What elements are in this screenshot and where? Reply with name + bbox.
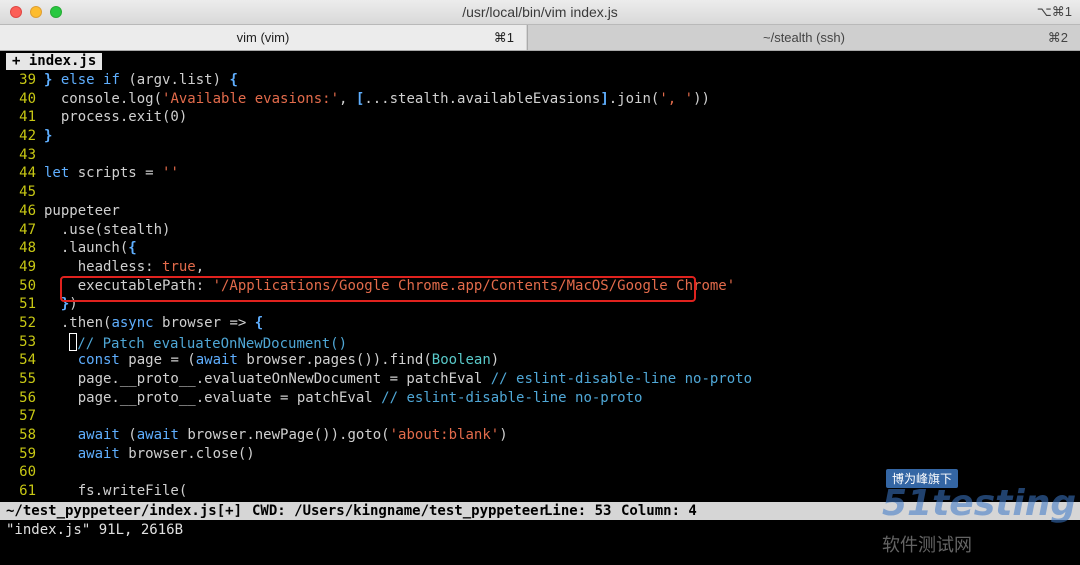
tab-label: ~/stealth (ssh)	[762, 30, 845, 45]
line-number: 55	[19, 371, 36, 387]
line-number: 48	[19, 240, 36, 257]
line-content: await browser.close()	[77, 445, 255, 462]
terminal-tab-bar: vim (vim) ⌘1 ~/stealth (ssh) ⌘2	[0, 25, 1080, 51]
code-line: 53 // Patch evaluateOnNewDocument()	[0, 332, 1080, 354]
line-number: 43	[19, 146, 36, 163]
line-number: 45	[19, 184, 36, 201]
tab-label: vim (vim)	[236, 30, 290, 45]
code-line: 40 console.log('Available evasions:', [.…	[0, 90, 1080, 109]
line-number: 41	[19, 109, 36, 126]
code-line: 52 .then(async browser => {	[0, 314, 1080, 333]
line-number: 60	[19, 464, 36, 481]
vim-command-line: "index.js" 91L, 2616B	[6, 522, 184, 538]
title-bar[interactable]: /usr/local/bin/vim index.js ⌥⌘1	[0, 0, 1080, 25]
line-number: 59	[19, 445, 36, 462]
tab-shortcut: ⌘1	[493, 30, 514, 45]
highlight-box	[60, 276, 696, 302]
line-content: // Patch evaluateOnNewDocument()	[44, 332, 347, 354]
line-content: page.__proto__.evaluateOnNewDocument = p…	[44, 371, 753, 387]
code-line: 39 } else if (argv.list) {	[0, 71, 1080, 90]
status-line: Line: 53	[544, 503, 612, 519]
code-line: 59 await browser.close()	[0, 445, 1080, 464]
watermark-brand: 51testing	[882, 483, 1077, 524]
vim-tabline: + index.js	[0, 52, 1080, 71]
line-number: 46	[19, 202, 36, 219]
line-number: 42	[19, 128, 36, 145]
code-line: 47 .use(stealth)	[0, 221, 1080, 240]
code-line: 44 let scripts = ''	[0, 164, 1080, 183]
line-content: const page = (await browser.pages()).fin…	[77, 352, 500, 369]
tab-vim[interactable]: vim (vim) ⌘1	[0, 25, 526, 50]
line-number: 47	[19, 221, 36, 238]
code-line: 42}	[0, 127, 1080, 146]
tab-ssh[interactable]: ~/stealth (ssh) ⌘2	[527, 25, 1080, 50]
vim-tab-index-js[interactable]: + index.js	[6, 53, 103, 70]
line-content: let scripts = ''	[44, 165, 179, 182]
watermark: 博为峰旗下 51testing 软件测试网	[882, 469, 1076, 559]
line-content: }	[44, 128, 53, 145]
line-content: .launch({	[44, 240, 137, 257]
code-line: 48 .launch({	[0, 239, 1080, 258]
line-number: 49	[19, 258, 36, 275]
code-line: 58 await (await browser.newPage()).goto(…	[0, 426, 1080, 445]
line-content: console.log('Available evasions:', [...s…	[44, 90, 710, 107]
line-content: } else if (argv.list) {	[44, 72, 238, 88]
code-line: 55 page.__proto__.evaluateOnNewDocument …	[0, 370, 1080, 389]
line-number: 61	[19, 483, 36, 500]
line-content: .use(stealth)	[44, 221, 171, 238]
line-number: 58	[19, 427, 36, 444]
line-number: 50	[19, 277, 36, 294]
window-title: /usr/local/bin/vim index.js	[462, 4, 618, 20]
code-line: 46 puppeteer	[0, 202, 1080, 221]
code-line: 43	[0, 146, 1080, 165]
line-content: .then(async browser => {	[44, 314, 264, 331]
line-number: 52	[19, 314, 36, 331]
code-line: 45	[0, 183, 1080, 202]
status-cwd: CWD: /Users/kingname/test_pyppeteer	[252, 503, 548, 519]
watermark-subtitle: 软件测试网	[882, 535, 972, 556]
line-content: page.__proto__.evaluate = patchEval // e…	[44, 389, 643, 406]
line-content: headless: true,	[44, 258, 205, 275]
line-number: 39	[19, 72, 36, 88]
line-number: 44	[19, 165, 36, 182]
line-number: 51	[19, 296, 36, 313]
line-number: 57	[19, 408, 36, 425]
code-line: 54 const page = (await browser.pages()).…	[0, 351, 1080, 370]
status-column: Column: 4	[621, 503, 697, 519]
line-content: await (await browser.newPage()).goto('ab…	[77, 427, 508, 444]
code-line: 41 process.exit(0)	[0, 108, 1080, 127]
code-line: 56 page.__proto__.evaluate = patchEval /…	[0, 389, 1080, 408]
line-number: 53	[19, 333, 36, 350]
line-number: 56	[19, 389, 36, 406]
line-content: process.exit(0)	[44, 109, 188, 126]
tab-shortcut: ⌘2	[1047, 30, 1068, 45]
window-shortcut: ⌥⌘1	[1036, 4, 1072, 19]
status-file: ~/test_pyppeteer/index.js[+]	[6, 503, 243, 519]
line-content: fs.writeFile(	[44, 483, 188, 500]
code-line: 57	[0, 407, 1080, 426]
terminal-window: /usr/local/bin/vim index.js ⌥⌘1 vim (vim…	[0, 0, 1080, 565]
line-number: 40	[19, 90, 36, 107]
line-number: 54	[19, 352, 36, 369]
line-content: puppeteer	[44, 202, 120, 219]
code-line: 49 headless: true,	[0, 258, 1080, 277]
